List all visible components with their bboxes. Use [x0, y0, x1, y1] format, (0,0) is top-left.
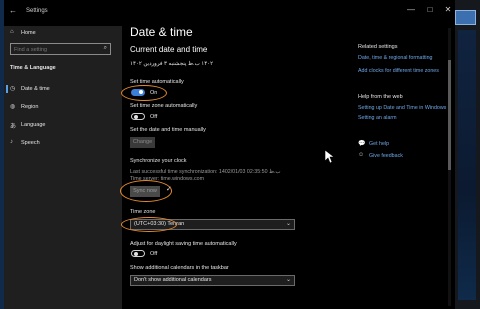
- home-icon[interactable]: ⌂: [10, 29, 14, 35]
- get-help-link[interactable]: Get help: [369, 141, 389, 147]
- scrollbar-thumb[interactable]: [448, 60, 451, 170]
- calendars-value: Don't show additional calendars: [134, 277, 212, 283]
- timezone-label: Time zone: [130, 209, 156, 215]
- microphone-icon[interactable]: ♪: [10, 139, 13, 145]
- highlight-oval: [121, 217, 177, 232]
- sidebar-item-speech[interactable]: Speech: [21, 140, 40, 146]
- sync-now-button[interactable]: Sync now: [130, 186, 160, 197]
- last-sync-text: Last successful time synchronization: ب.…: [130, 169, 281, 175]
- dst-state: Off: [150, 251, 158, 257]
- search-box[interactable]: ⌕: [10, 43, 111, 55]
- minimize-button[interactable]: —: [404, 5, 418, 14]
- feedback-icon[interactable]: ☺: [358, 152, 364, 158]
- chevron-down-icon: ⌄: [285, 277, 291, 283]
- search-icon[interactable]: ⌕: [104, 45, 107, 52]
- sync-heading: Synchronize your clock: [130, 158, 187, 164]
- search-input[interactable]: [14, 46, 94, 53]
- set-timezone-auto-state: Off: [150, 114, 158, 120]
- close-button[interactable]: ✕: [441, 5, 455, 14]
- language-icon[interactable]: あ: [10, 121, 16, 130]
- calendars-select[interactable]: Don't show additional calendars ⌄: [130, 275, 295, 286]
- set-timezone-auto-label: Set time zone automatically: [130, 103, 198, 109]
- current-date-time: ۱۴۰۲ ب.ظ پنجشنبه ۳ فروردین ۱۴۰۲: [130, 61, 214, 67]
- set-time-auto-state: On: [150, 90, 158, 96]
- desktop-icon[interactable]: [455, 10, 476, 25]
- desktop-wallpaper-strip: [458, 30, 476, 300]
- globe-icon[interactable]: ◍: [10, 103, 15, 110]
- related-link-formatting[interactable]: Date, time & regional formatting: [358, 55, 433, 61]
- title-bar: [4, 0, 455, 26]
- maximize-button[interactable]: □: [423, 5, 437, 14]
- sidebar-item-region[interactable]: Region: [21, 104, 38, 110]
- help-link-alarm[interactable]: Setting an alarm: [358, 115, 397, 121]
- set-time-auto-label: Set time automatically: [130, 79, 184, 85]
- set-timezone-auto-toggle[interactable]: [131, 113, 145, 120]
- section-title: Current date and time: [130, 45, 208, 54]
- chevron-down-icon: ⌄: [285, 221, 291, 227]
- sidebar-item-language[interactable]: Language: [21, 122, 45, 128]
- sidebar-category-title: Time & Language: [10, 65, 56, 71]
- clock-icon[interactable]: ◷: [10, 85, 15, 92]
- mouse-cursor-icon: [325, 150, 335, 164]
- set-time-auto-toggle[interactable]: [131, 89, 145, 96]
- selected-indicator: [6, 85, 8, 93]
- sidebar-home[interactable]: Home: [21, 30, 36, 36]
- related-link-add-clocks[interactable]: Add clocks for different time zones: [358, 68, 439, 74]
- related-settings-heading: Related settings: [358, 44, 398, 50]
- get-help-icon[interactable]: 💬: [358, 140, 365, 147]
- set-manual-label: Set the date and time manually: [130, 127, 206, 133]
- dst-toggle[interactable]: [131, 250, 145, 257]
- change-button[interactable]: Change: [130, 137, 155, 148]
- checkmark-icon: ✓: [166, 186, 172, 193]
- sidebar-item-date-time[interactable]: Date & time: [21, 86, 50, 92]
- page-title: Date & time: [130, 25, 193, 39]
- back-arrow-icon[interactable]: ←: [9, 6, 17, 15]
- window-title: Settings: [26, 8, 48, 14]
- help-link-setup[interactable]: Setting up Date and Time in Windows: [358, 105, 446, 111]
- give-feedback-link[interactable]: Give feedback: [369, 153, 403, 159]
- calendars-label: Show additional calendars in the taskbar: [130, 265, 229, 271]
- help-heading: Help from the web: [358, 94, 403, 100]
- dst-label: Adjust for daylight saving time automati…: [130, 241, 237, 247]
